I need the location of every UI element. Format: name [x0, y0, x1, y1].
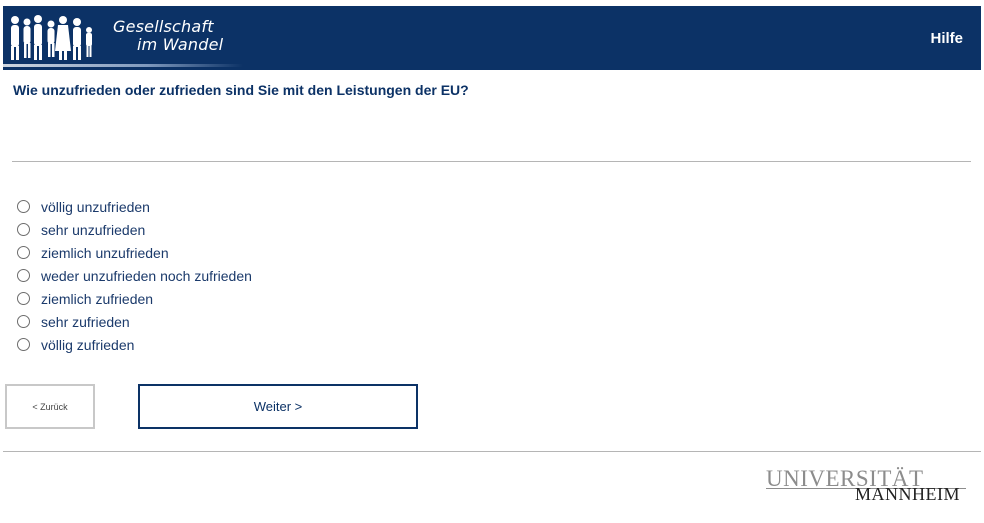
option-label: sehr unzufrieden — [41, 221, 146, 238]
radio-button[interactable] — [17, 246, 30, 259]
option-sehr-zufrieden[interactable]: sehr zufrieden — [17, 310, 252, 333]
gesellschaft-im-wandel-logo: Gesellschaft im Wandel — [3, 6, 243, 70]
divider — [12, 161, 971, 162]
people-silhouettes-icon — [11, 15, 92, 60]
logo-line-1: Gesellschaft — [113, 17, 214, 36]
radio-button[interactable] — [17, 200, 30, 213]
option-voellig-unzufrieden[interactable]: völlig unzufrieden — [17, 195, 252, 218]
radio-button[interactable] — [17, 338, 30, 351]
university-mannheim-logo: UNIVERSITÄT MANNHEIM — [766, 466, 966, 506]
logo-underline — [3, 64, 243, 67]
next-button[interactable]: Weiter > — [138, 384, 418, 429]
option-label: weder unzufrieden noch zufrieden — [41, 267, 252, 284]
radio-button[interactable] — [17, 315, 30, 328]
logo-line-2: im Wandel — [137, 35, 224, 54]
option-ziemlich-unzufrieden[interactable]: ziemlich unzufrieden — [17, 241, 252, 264]
answer-options: völlig unzufrieden sehr unzufrieden ziem… — [17, 195, 252, 356]
logo-text: Gesellschaft im Wandel — [113, 18, 223, 54]
help-link[interactable]: Hilfe — [930, 30, 963, 47]
option-label: völlig unzufrieden — [41, 198, 150, 215]
option-label: ziemlich unzufrieden — [41, 244, 169, 261]
option-label: sehr zufrieden — [41, 313, 130, 330]
radio-button[interactable] — [17, 223, 30, 236]
option-weder-noch[interactable]: weder unzufrieden noch zufrieden — [17, 264, 252, 287]
radio-button[interactable] — [17, 269, 30, 282]
back-button[interactable]: < Zurück — [5, 384, 95, 429]
header-bar: Gesellschaft im Wandel Hilfe — [3, 6, 981, 70]
question-text: Wie unzufrieden oder zufrieden sind Sie … — [13, 82, 469, 98]
option-label: ziemlich zufrieden — [41, 290, 154, 307]
footer-divider — [3, 451, 981, 452]
option-ziemlich-zufrieden[interactable]: ziemlich zufrieden — [17, 287, 252, 310]
radio-button[interactable] — [17, 292, 30, 305]
university-logo-line-2: MANNHEIM — [855, 484, 960, 504]
option-voellig-zufrieden[interactable]: völlig zufrieden — [17, 333, 252, 356]
option-sehr-unzufrieden[interactable]: sehr unzufrieden — [17, 218, 252, 241]
option-label: völlig zufrieden — [41, 336, 135, 353]
